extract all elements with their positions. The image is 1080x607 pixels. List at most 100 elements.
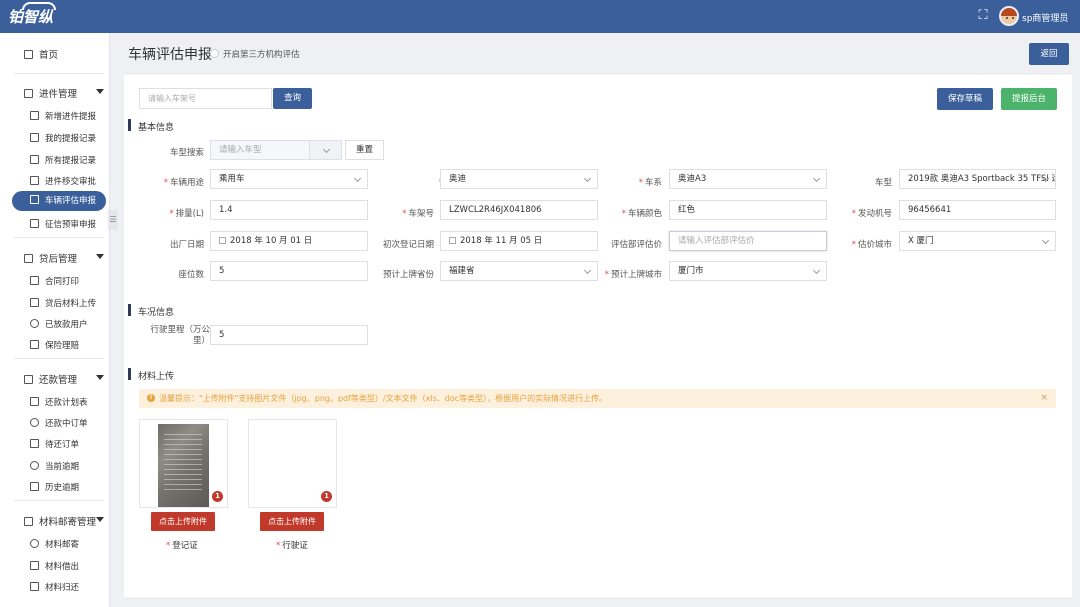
model-search-dropdown[interactable] [310,140,342,160]
sidebar-collapse-handle[interactable]: ☰ [108,210,118,230]
toggle-switch[interactable] [210,49,219,58]
search-button[interactable]: 查询 [273,88,312,109]
edit-icon [30,111,39,120]
export-icon [30,561,39,570]
upload-label-text: 登记证 [172,541,198,551]
displacement-input[interactable]: 1.4 [210,200,368,220]
send-icon [30,539,39,548]
sidebar-item-credit-precheck[interactable]: 征信预审申报 [30,218,96,230]
eval-city-select[interactable]: X 厦门 [899,231,1056,251]
sidebar-group-repayment[interactable]: 还款管理 [24,372,106,386]
manufacture-date-picker[interactable]: 2018 年 10 月 01 日 [210,231,368,251]
sidebar-group-post-loan[interactable]: 贷后管理 [24,251,106,265]
vin-search-input[interactable]: 请输入车架号 [139,88,272,109]
upload-box-registration[interactable]: 1 [139,419,228,508]
model-select[interactable]: 2019款 奥迪A3 Sportback 35 TFSI 运 [899,169,1056,189]
section-title-basic: 基本信息 [128,119,174,133]
first-reg-date-picker[interactable]: 2018 年 11 月 05 日 [440,231,598,251]
document-icon [30,155,39,164]
app-logo[interactable]: 铂智纵 [8,2,56,27]
sidebar-item-label: 新增进件提报 [45,112,97,122]
sidebar-item-post-loan-upload[interactable]: 贷后材料上传 [30,297,96,309]
displacement-label-text: 排量(L) [175,209,204,219]
engine-no-label: * 发动机号 [830,207,892,219]
manufacture-date-label: 出厂日期 [169,240,204,250]
sidebar-item-history-overdue[interactable]: 历史逾期 [30,481,79,493]
sidebar-item-material-return[interactable]: 材料归还 [30,581,79,593]
required-mark: * [402,209,407,219]
sidebar-item-contract-print[interactable]: 合同打印 [30,275,79,287]
chevron-down-icon [96,254,104,259]
divider [14,500,104,501]
sidebar-item-material-lend[interactable]: 材料借出 [30,560,79,572]
reset-button[interactable]: 重置 [345,140,384,160]
vin-input[interactable]: LZWCL2R46JX041806 [440,200,598,220]
vin-label-text: 车架号 [408,209,434,219]
required-mark: * [166,541,171,551]
usage-label-text: 车辆用途 [169,178,204,188]
save-draft-button[interactable]: 保存草稿 [937,88,993,110]
sidebar: 首页 进件管理 新增进件提报 我的提报记录 所有提报记录 进件移交审批 车辆评估… [0,33,110,607]
third-party-toggle[interactable]: 开启第三方机构评估 [210,48,300,60]
series-select[interactable]: 奥迪A3 [669,169,827,189]
submit-button[interactable]: 提报后台 [1001,88,1057,110]
sidebar-item-current-overdue[interactable]: 当前逾期 [30,460,79,472]
file-count-badge: 1 [212,491,223,502]
seats-input[interactable]: 5 [210,261,368,281]
engine-no-input[interactable]: 96456641 [899,200,1056,220]
calendar-icon [219,237,226,244]
model-search-label: 车型搜索 [169,148,204,158]
plate-city-label-text: 预计上牌城市 [610,270,662,280]
plate-province-value: 福建省 [449,266,475,276]
model-label: 车型 [874,178,892,188]
upload-label-registration: * 登记证 [166,539,198,551]
printer-icon [30,276,39,285]
return-icon [30,582,39,591]
sidebar-item-repayment-plan[interactable]: 还款计划表 [30,396,88,408]
plate-city-select[interactable]: 厦门市 [669,261,827,281]
mileage-input[interactable]: 5 [210,325,368,345]
sidebar-item-vehicle-evaluation[interactable]: 车辆评估申报 [12,191,106,211]
required-mark: * [851,209,856,219]
folder-icon [24,254,33,263]
sidebar-item-label: 历史逾期 [45,483,80,493]
avatar[interactable] [999,6,1019,26]
avatar-face [1006,17,1008,19]
usage-select[interactable]: 乘用车 [210,169,368,189]
eval-price-input[interactable]: 请输入评估部评估价 [669,231,827,251]
upload-box-driving-license[interactable]: 1 [248,419,337,508]
user-card-icon [30,133,39,142]
sidebar-item-pending-orders[interactable]: 待还订单 [30,438,79,450]
color-label-text: 车辆颜色 [627,209,662,219]
divider [14,358,104,359]
sidebar-item-new-intake[interactable]: 新增进件提报 [30,110,96,122]
back-button[interactable]: 返回 [1029,43,1069,65]
model-search-input[interactable]: 请输入车型 [210,140,310,160]
sidebar-item-home[interactable]: 首页 [24,47,58,61]
sidebar-group-label: 贷后管理 [39,254,78,265]
engine-no-label-text: 发动机号 [857,209,892,219]
sidebar-item-transfer-approval[interactable]: 进件移交审批 [30,175,96,187]
history-icon [30,461,39,470]
sidebar-group-mailing[interactable]: 材料邮寄管理 [24,514,106,528]
edit-doc-icon [30,176,39,185]
plate-province-select[interactable]: 福建省 [440,261,598,281]
sidebar-item-my-records[interactable]: 我的提报记录 [30,132,96,144]
sidebar-item-label: 已放款用户 [45,320,88,330]
sidebar-item-all-records[interactable]: 所有提报记录 [30,154,96,166]
close-icon[interactable]: × [1040,389,1048,408]
username[interactable]: sp商管理员 [1022,11,1068,24]
sidebar-group-intake[interactable]: 进件管理 [24,86,106,100]
chevron-down-icon [96,375,104,380]
upload-button-registration[interactable]: 点击上传附件 [151,512,215,531]
fullscreen-icon[interactable]: ⛶ [976,9,990,23]
sidebar-item-repaying-orders[interactable]: 还款中订单 [30,417,88,429]
flag-icon [30,439,39,448]
color-input[interactable]: 红色 [669,200,827,220]
upload-button-driving-license[interactable]: 点击上传附件 [260,512,324,531]
sidebar-item-material-mailing[interactable]: 材料邮寄 [30,538,79,550]
brand-select[interactable]: 奥迪 [440,169,598,189]
sidebar-item-label: 当前逾期 [45,462,80,472]
sidebar-item-insurance-claims[interactable]: 保险理赔 [30,339,79,351]
sidebar-item-disbursed-users[interactable]: 已放款用户 [30,318,88,330]
